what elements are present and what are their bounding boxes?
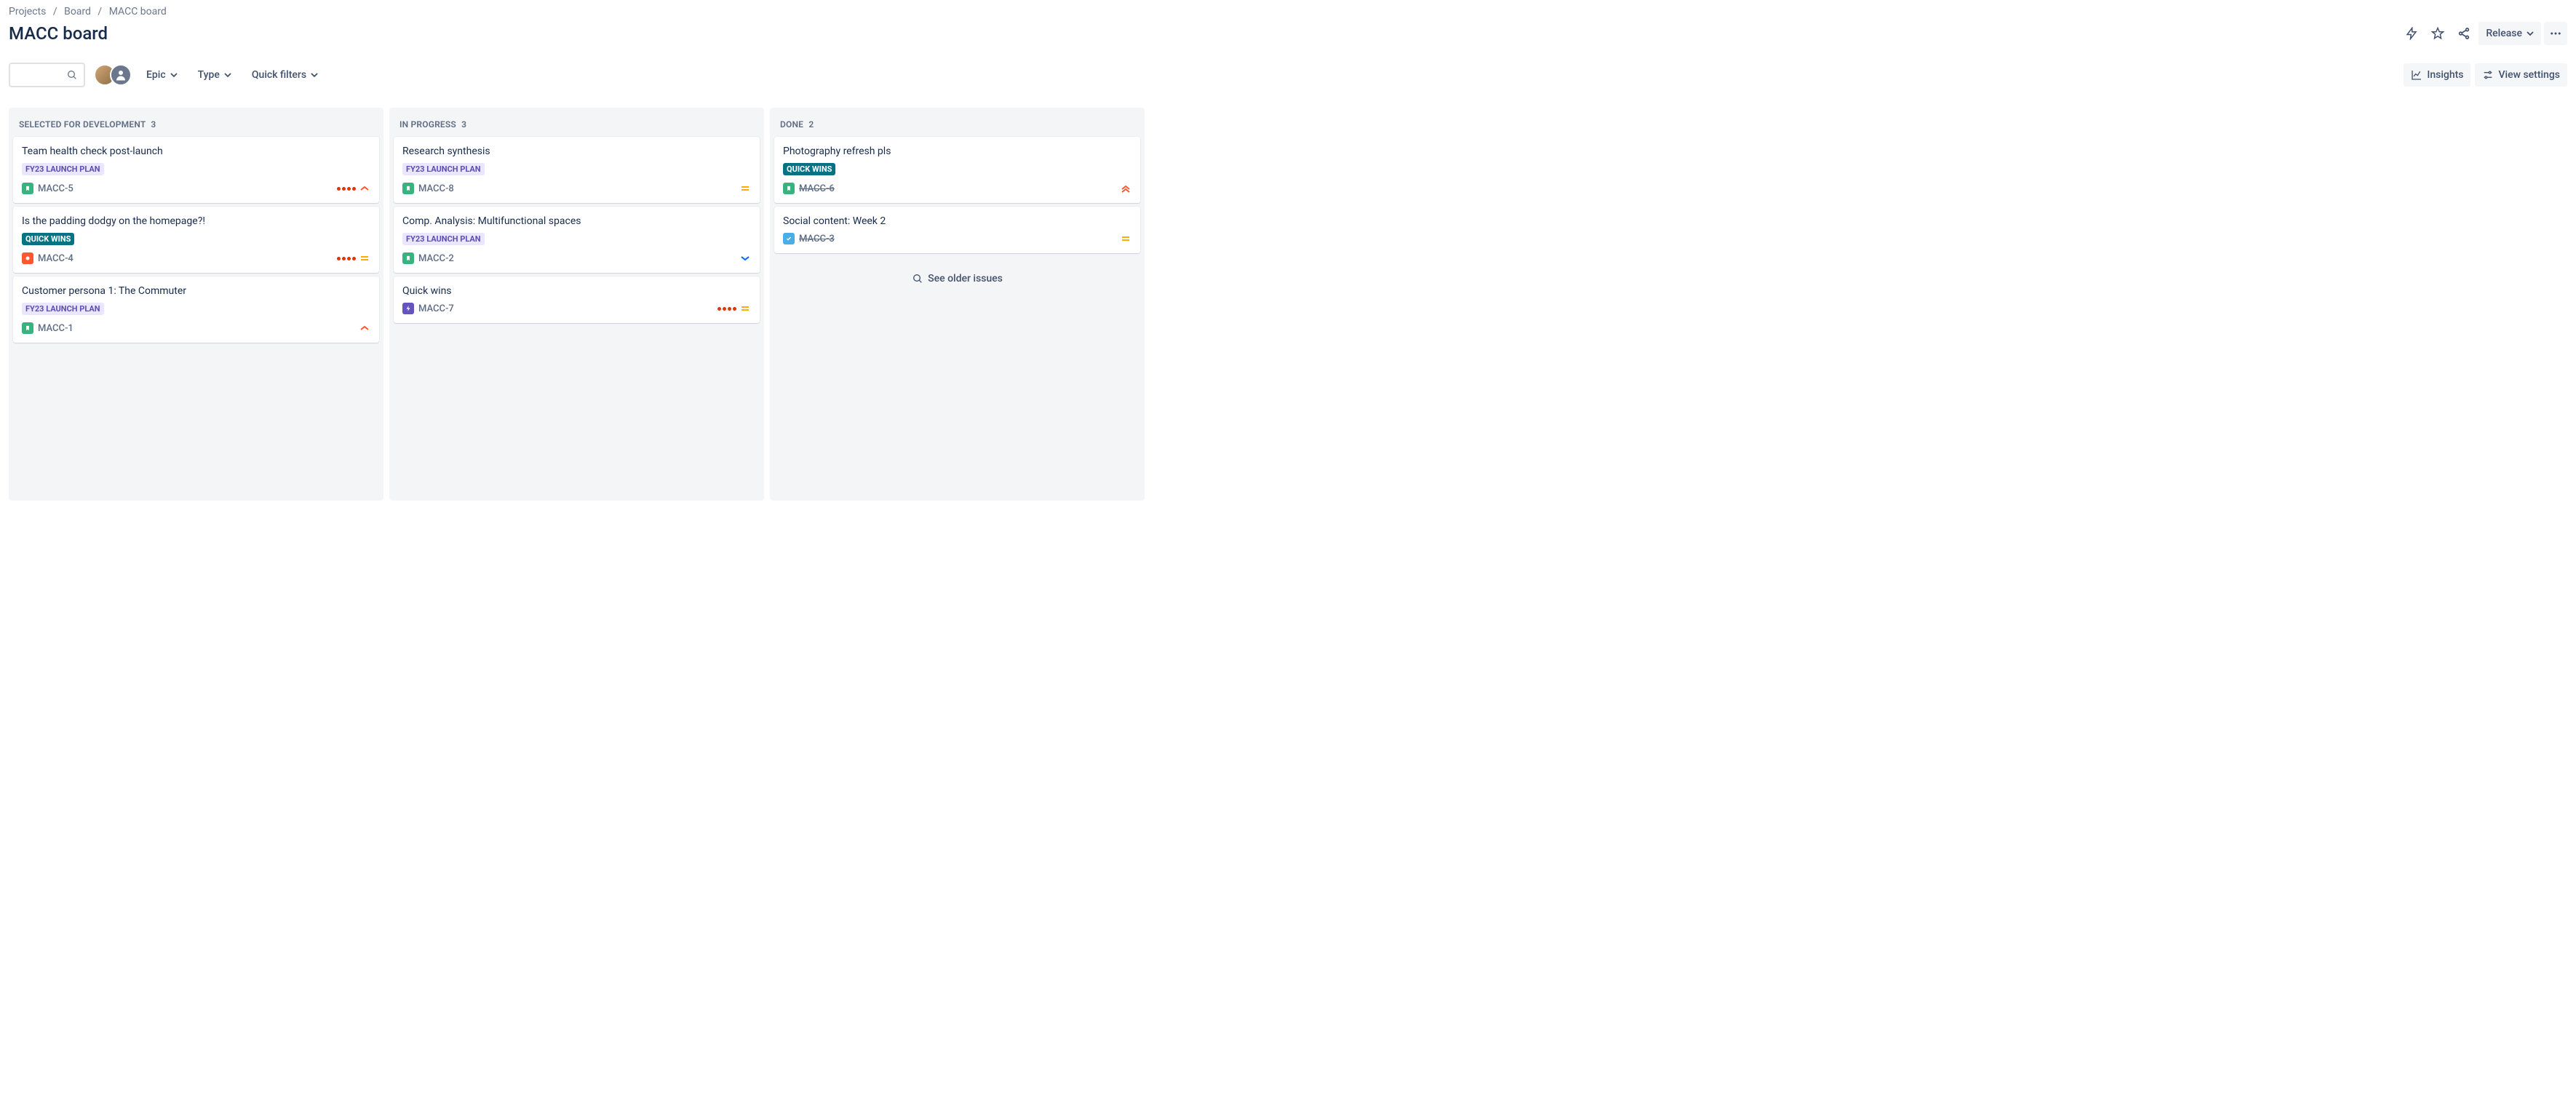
issue-card[interactable]: Is the padding dodgy on the homepage?! Q… — [13, 207, 379, 273]
column-count: 3 — [461, 119, 466, 130]
card-title: Team health check post-launch — [22, 146, 370, 157]
release-button[interactable]: Release — [2478, 22, 2541, 45]
story-points-dots — [337, 257, 356, 260]
breadcrumb-board[interactable]: Board — [64, 6, 91, 17]
quick-filters[interactable]: Quick filters — [246, 63, 324, 87]
column-header: Done 2 — [774, 112, 1140, 137]
issue-card[interactable]: Photography refresh pls QUICK WINS MACC-… — [774, 137, 1140, 203]
assignee-filter[interactable] — [94, 64, 132, 86]
view-settings-button[interactable]: View settings — [2475, 63, 2567, 87]
search-icon — [66, 69, 78, 81]
story-type-icon — [783, 183, 795, 194]
breadcrumb: Projects / Board / MACC board — [9, 6, 2567, 17]
issue-key: MACC-3 — [799, 234, 835, 244]
priority-high-icon — [359, 183, 370, 194]
bug-type-icon — [22, 252, 33, 264]
type-filter-label: Type — [198, 69, 220, 81]
board-column: In Progress 3 Research synthesis FY23 LA… — [389, 108, 764, 501]
quick-filters-label: Quick filters — [252, 69, 306, 81]
story-type-icon — [22, 322, 33, 334]
priority-medium-icon — [739, 183, 751, 194]
board-column: Selected for Development 3 Team health c… — [9, 108, 383, 501]
column-header: In Progress 3 — [394, 112, 760, 137]
avatar-unassigned[interactable] — [110, 64, 132, 86]
column-name: In Progress — [399, 119, 456, 130]
epic-badge: QUICK WINS — [783, 163, 835, 175]
chevron-down-icon — [224, 71, 231, 79]
issue-key: MACC-1 — [38, 323, 73, 334]
card-title: Quick wins — [402, 285, 751, 297]
story-points-dots — [337, 187, 356, 191]
breadcrumb-sep: / — [98, 6, 102, 17]
insights-button[interactable]: Insights — [2404, 63, 2470, 87]
issue-card[interactable]: Comp. Analysis: Multifunctional spaces F… — [394, 207, 760, 273]
type-filter[interactable]: Type — [192, 63, 237, 87]
priority-low-icon — [739, 252, 751, 264]
card-title: Research synthesis — [402, 146, 751, 157]
page-title: MACC board — [9, 23, 108, 44]
search-icon — [912, 273, 923, 284]
chevron-down-icon — [170, 71, 178, 79]
issue-card[interactable]: Quick wins MACC-7 — [394, 276, 760, 323]
card-title: Social content: Week 2 — [783, 215, 1132, 227]
board-column: Done 2 Photography refresh pls QUICK WIN… — [770, 108, 1145, 501]
see-older-button[interactable]: See older issues — [774, 263, 1140, 295]
breadcrumb-current[interactable]: MACC board — [109, 6, 167, 17]
epic-badge: FY23 LAUNCH PLAN — [22, 163, 104, 175]
epic-type-icon — [402, 303, 414, 314]
epic-badge: FY23 LAUNCH PLAN — [402, 233, 485, 245]
issue-key: MACC-2 — [418, 253, 454, 264]
search-input[interactable] — [9, 63, 85, 87]
priority-medium-icon — [739, 303, 751, 314]
chart-icon — [2411, 69, 2422, 81]
priority-high-icon — [359, 322, 370, 334]
chevron-down-icon — [2527, 30, 2534, 37]
sliders-icon — [2482, 69, 2494, 81]
issue-key: MACC-5 — [38, 183, 73, 194]
priority-medium-icon — [359, 252, 370, 264]
story-type-icon — [22, 183, 33, 194]
breadcrumb-projects[interactable]: Projects — [9, 6, 46, 17]
card-title: Comp. Analysis: Multifunctional spaces — [402, 215, 751, 227]
priority-highest-icon — [1120, 183, 1132, 194]
card-title: Is the padding dodgy on the homepage?! — [22, 215, 370, 227]
insights-label: Insights — [2427, 69, 2463, 81]
epic-badge: QUICK WINS — [22, 233, 74, 245]
view-settings-label: View settings — [2498, 69, 2560, 81]
story-points-dots — [717, 307, 736, 311]
issue-card[interactable]: Team health check post-launch FY23 LAUNC… — [13, 137, 379, 203]
column-name: Selected for Development — [19, 119, 146, 130]
priority-medium-icon — [1120, 233, 1132, 244]
column-name: Done — [780, 119, 803, 130]
share-icon[interactable] — [2452, 22, 2476, 45]
star-icon[interactable] — [2426, 22, 2449, 45]
task-type-icon — [783, 233, 795, 244]
see-older-label: See older issues — [928, 273, 1003, 284]
story-type-icon — [402, 252, 414, 264]
chevron-down-icon — [311, 71, 318, 79]
issue-card[interactable]: Social content: Week 2 MACC-3 — [774, 207, 1140, 253]
issue-key: MACC-4 — [38, 253, 73, 264]
epic-badge: FY23 LAUNCH PLAN — [402, 163, 485, 175]
epic-filter[interactable]: Epic — [140, 63, 183, 87]
issue-card[interactable]: Research synthesis FY23 LAUNCH PLAN MACC… — [394, 137, 760, 203]
epic-badge: FY23 LAUNCH PLAN — [22, 303, 104, 315]
issue-key: MACC-8 — [418, 183, 454, 194]
epic-filter-label: Epic — [146, 69, 166, 81]
card-title: Customer persona 1: The Commuter — [22, 285, 370, 297]
column-count: 3 — [151, 119, 156, 130]
release-label: Release — [2486, 28, 2522, 39]
issue-key: MACC-6 — [799, 183, 835, 194]
issue-key: MACC-7 — [418, 303, 454, 314]
story-type-icon — [402, 183, 414, 194]
column-count: 2 — [808, 119, 814, 130]
automation-icon[interactable] — [2400, 22, 2423, 45]
more-icon[interactable] — [2544, 22, 2567, 45]
breadcrumb-sep: / — [53, 6, 57, 17]
issue-card[interactable]: Customer persona 1: The Commuter FY23 LA… — [13, 276, 379, 343]
column-header: Selected for Development 3 — [13, 112, 379, 137]
card-title: Photography refresh pls — [783, 146, 1132, 157]
